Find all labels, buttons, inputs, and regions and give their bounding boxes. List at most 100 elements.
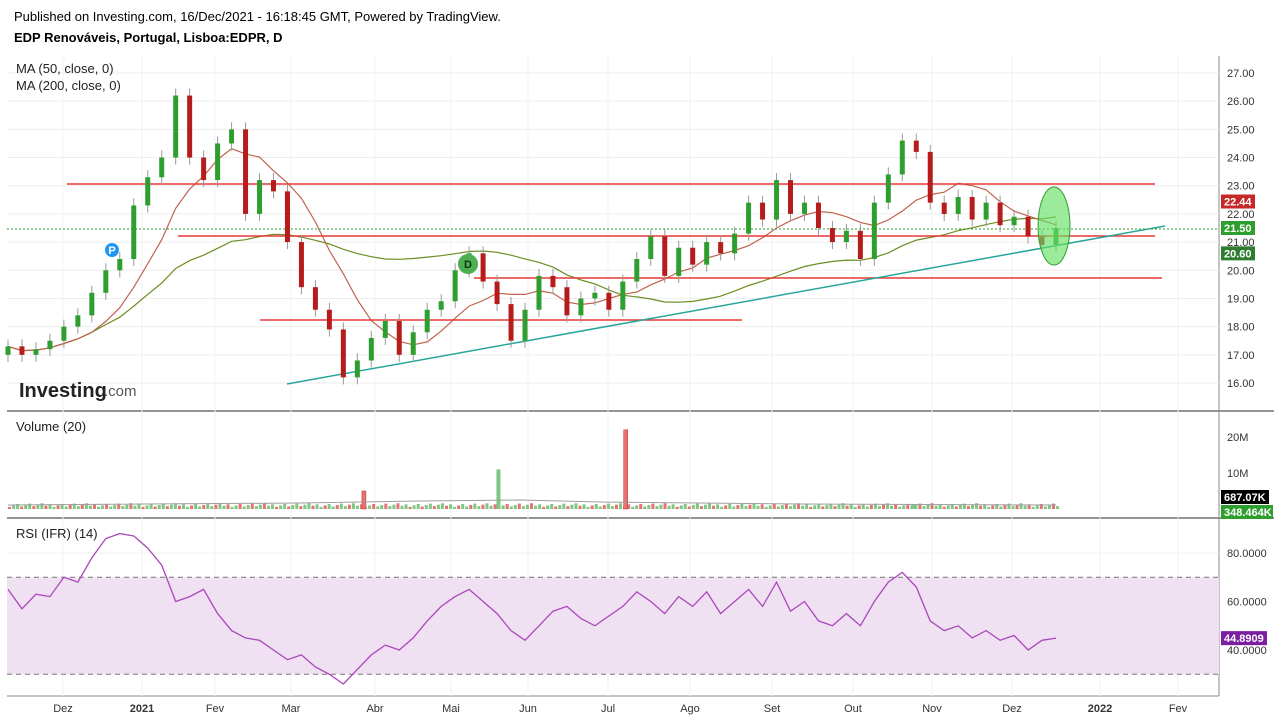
volume-bar	[683, 503, 687, 509]
volume-bar	[408, 506, 412, 509]
volume-bar	[505, 503, 509, 509]
price-tick-label: 16.00	[1227, 378, 1255, 390]
volume-bar	[614, 504, 618, 509]
volume-bar	[295, 503, 299, 509]
candle	[438, 301, 444, 310]
price-tag-label: 22.44	[1224, 197, 1252, 209]
volume-bar	[853, 506, 857, 509]
candle	[229, 129, 235, 144]
volume-bar	[307, 503, 311, 509]
volume-bar	[424, 505, 428, 509]
volume-bar	[809, 506, 813, 509]
volume-bar	[177, 505, 181, 509]
volume-bar	[845, 505, 849, 509]
candle	[871, 202, 877, 259]
volume-bar	[740, 503, 744, 509]
volume-bar	[695, 503, 699, 509]
volume-bar	[347, 504, 351, 509]
volume-bar	[813, 505, 817, 509]
volume-bar	[558, 505, 562, 509]
volume-bar	[319, 506, 323, 509]
candle	[843, 230, 849, 243]
volume-bar	[792, 504, 796, 509]
marker-p[interactable]: P	[105, 243, 119, 257]
price-tick-label: 26.00	[1227, 96, 1255, 108]
candle	[145, 177, 151, 206]
volume-bar	[461, 503, 465, 509]
volume-bar	[311, 505, 315, 509]
candle	[187, 95, 193, 158]
volume-bar	[218, 503, 222, 509]
volume-bar	[501, 505, 505, 509]
candle	[788, 180, 794, 214]
volume-title: Volume (20)	[16, 419, 86, 434]
volume-bar	[234, 505, 238, 509]
volume-bar	[554, 506, 558, 509]
volume-bar	[946, 505, 950, 509]
volume-bar	[659, 504, 663, 509]
volume-bar	[926, 504, 930, 509]
volume-bar	[971, 504, 975, 509]
candle	[690, 247, 696, 265]
volume-bar	[898, 506, 902, 509]
rsi-tick-label: 60.0000	[1227, 597, 1267, 609]
volume-bar	[339, 503, 343, 509]
highlight-ellipse[interactable]	[1037, 186, 1071, 266]
candle	[1011, 216, 1017, 226]
volume-bars	[7, 429, 1059, 510]
volume-bar	[598, 506, 602, 509]
volume-bar	[165, 506, 169, 509]
logo-main: Investing	[19, 380, 107, 402]
volume-bar	[153, 506, 157, 509]
price-tag-label: 44.8909	[1224, 633, 1264, 645]
candle	[550, 275, 556, 288]
marker-d[interactable]: D	[458, 254, 478, 274]
volume-bar	[768, 505, 772, 509]
time-tick-label: Set	[764, 703, 781, 715]
volume-bar	[283, 503, 287, 509]
volume-bar	[639, 503, 643, 509]
volume-spike	[910, 504, 915, 509]
rsi-tick-label: 40.0000	[1227, 645, 1267, 657]
volume-bar	[720, 506, 724, 509]
volume-bar	[440, 503, 444, 509]
volume-bar	[772, 503, 776, 509]
volume-bar	[958, 505, 962, 509]
candle	[173, 95, 179, 158]
volume-bar	[1035, 505, 1039, 509]
volume-bar	[206, 503, 210, 509]
time-tick-label: Dez	[53, 703, 73, 715]
volume-bar	[420, 506, 424, 509]
candle	[19, 346, 25, 355]
volume-bar	[999, 506, 1003, 509]
candle	[801, 202, 807, 214]
volume-bar	[529, 503, 533, 509]
volume-bar	[380, 505, 384, 509]
candle	[298, 242, 304, 288]
rsi-band-fill	[7, 577, 1219, 675]
volume-bar	[392, 504, 396, 509]
volume-tick-label: 20M	[1227, 432, 1248, 444]
volume-bar	[712, 505, 716, 509]
volume-bar	[788, 506, 792, 509]
volume-bar	[323, 505, 327, 509]
volume-bar	[578, 505, 582, 509]
time-tick-label: Dez	[1002, 703, 1022, 715]
legend-ma50: MA (50, close, 0)	[16, 61, 114, 76]
volume-bar	[890, 505, 894, 509]
candle	[564, 287, 570, 316]
volume-bar	[602, 505, 606, 509]
volume-bar	[436, 504, 440, 509]
volume-bar	[1019, 503, 1023, 509]
volume-bar	[238, 503, 242, 509]
volume-bar	[525, 504, 529, 509]
price-tag-label: 687.07K	[1224, 492, 1266, 504]
time-tick-label: Abr	[366, 703, 383, 715]
volume-bar	[764, 506, 768, 509]
candle	[536, 275, 542, 310]
volume-bar	[473, 503, 477, 509]
time-tick-label: Fev	[1169, 703, 1188, 715]
candle	[103, 270, 109, 293]
volume-bar	[744, 506, 748, 509]
volume-bar	[194, 503, 198, 509]
